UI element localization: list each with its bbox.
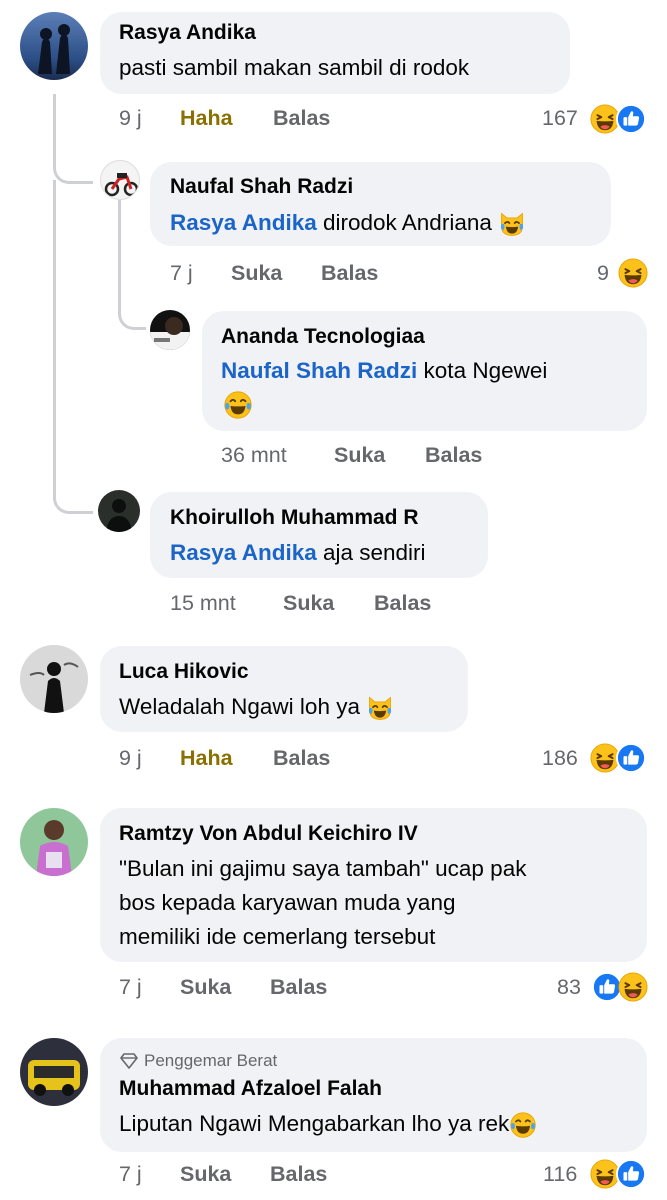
comment-text: Liputan Ngawi Mengabarkan lho ya rek	[119, 1107, 537, 1141]
comment-author[interactable]: Luca Hikovic	[119, 660, 249, 684]
diamond-badge-icon	[120, 1053, 138, 1069]
comment-author[interactable]: Muhammad Afzaloel Falah	[119, 1077, 382, 1101]
thread-connector	[53, 180, 56, 500]
comment-text-body: Weladalah Ngawi loh ya	[119, 694, 367, 719]
comment-time: 15 mnt	[170, 591, 236, 615]
cat-tears-of-joy-emoji-icon	[366, 694, 394, 722]
comment-author[interactable]: Khoirulloh Muhammad R	[170, 506, 419, 530]
comment-text-body: aja sendiri	[316, 540, 426, 565]
reply-button[interactable]: Balas	[270, 975, 327, 1000]
comment-time: 7 j	[119, 1162, 142, 1186]
tears-of-joy-emoji-icon	[509, 1111, 537, 1139]
like-button[interactable]: Suka	[180, 1162, 231, 1187]
mention-link[interactable]: Naufal Shah Radzi	[221, 358, 417, 383]
comment-text-body: kota Ngewei	[417, 358, 548, 383]
thread-connector	[53, 94, 93, 184]
comment-time: 9 j	[119, 746, 142, 770]
comment-author[interactable]: Naufal Shah Radzi	[170, 175, 353, 199]
comment-author[interactable]: Ananda Tecnologiaa	[221, 325, 425, 349]
avatar[interactable]	[100, 160, 140, 200]
comment-author[interactable]: Ramtzy Von Abdul Keichiro IV	[119, 822, 418, 846]
comment-time: 36 mnt	[221, 443, 287, 467]
like-reaction-icon	[616, 1159, 646, 1189]
reaction-count[interactable]: 9	[597, 261, 609, 286]
mention-link[interactable]: Rasya Andika	[170, 210, 317, 235]
cat-tears-of-joy-emoji-icon	[498, 210, 526, 238]
mention-link[interactable]: Rasya Andika	[170, 540, 317, 565]
comment-time: 7 j	[119, 975, 142, 999]
reaction-count[interactable]: 83	[557, 975, 581, 1000]
comment-text-body: dirodok Andriana	[316, 210, 499, 235]
comment-text: pasti sambil makan sambil di rodok	[119, 55, 470, 80]
comment-text-line: memiliki ide cemerlang tersebut	[119, 924, 436, 949]
like-button[interactable]: Suka	[283, 591, 334, 616]
like-reaction-icon	[616, 104, 646, 134]
comment-text: Rasya Andika aja sendiri	[170, 536, 426, 570]
avatar[interactable]	[20, 645, 88, 713]
avatar[interactable]	[20, 808, 88, 876]
haha-reaction-button[interactable]: Haha	[180, 106, 233, 131]
comment-time: 7 j	[170, 261, 193, 285]
reply-button[interactable]: Balas	[273, 746, 330, 771]
comment-text-line: bos kepada karyawan muda yang	[119, 890, 456, 915]
avatar[interactable]	[150, 310, 190, 350]
tears-of-joy-emoji-icon	[223, 390, 253, 420]
avatar[interactable]	[20, 1038, 88, 1106]
comment-text: Rasya Andika dirodok Andriana	[170, 206, 526, 240]
haha-emoji-icon	[618, 258, 648, 288]
like-button[interactable]: Suka	[334, 443, 385, 468]
reply-button[interactable]: Balas	[374, 591, 431, 616]
like-reaction-icon	[616, 743, 646, 773]
comment-author[interactable]: Rasya Andika	[119, 21, 256, 45]
haha-emoji-icon	[618, 972, 648, 1002]
comment-text: Weladalah Ngawi loh ya	[119, 690, 394, 724]
fan-badge-label: Penggemar Berat	[144, 1051, 278, 1070]
reply-button[interactable]: Balas	[425, 443, 482, 468]
reply-button[interactable]: Balas	[273, 106, 330, 131]
reply-button[interactable]: Balas	[270, 1162, 327, 1187]
avatar[interactable]	[98, 490, 140, 532]
comment-text: Naufal Shah Radzi kota Ngewei	[221, 354, 547, 388]
reaction-count[interactable]: 116	[543, 1162, 577, 1187]
thread-connector	[118, 200, 146, 330]
reaction-count[interactable]: 167	[542, 106, 578, 131]
comment-text-line: "Bulan ini gajimu saya tambah" ucap pak	[119, 856, 527, 881]
reply-button[interactable]: Balas	[321, 261, 378, 286]
reaction-count[interactable]: 186	[542, 746, 578, 771]
haha-reaction-button[interactable]: Haha	[180, 746, 233, 771]
avatar[interactable]	[20, 12, 88, 80]
comment-time: 9 j	[119, 106, 142, 130]
like-button[interactable]: Suka	[231, 261, 282, 286]
comment-text-body: Liputan Ngawi Mengabarkan lho ya rek	[119, 1111, 510, 1136]
like-button[interactable]: Suka	[180, 975, 231, 1000]
thread-connector	[53, 470, 93, 514]
